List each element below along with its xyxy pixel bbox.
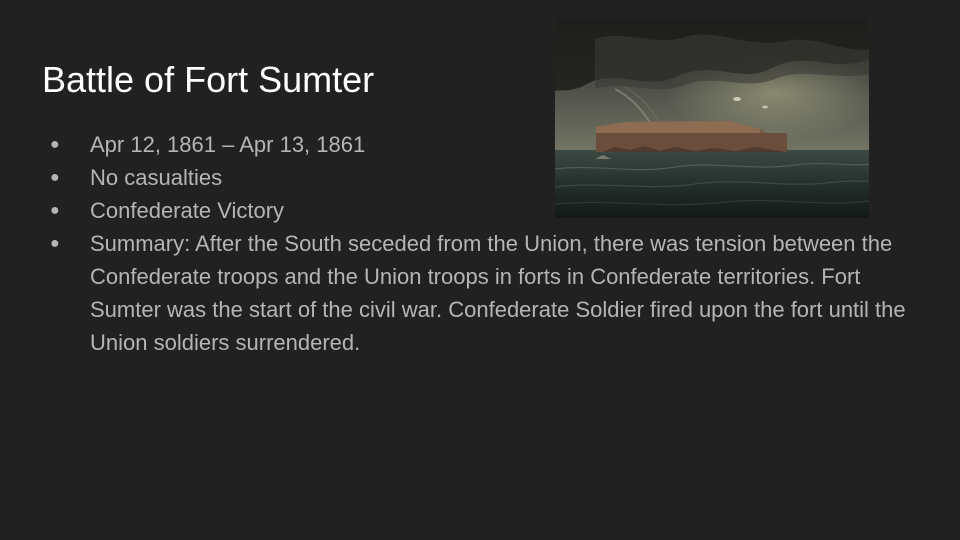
slide-title: Battle of Fort Sumter: [42, 59, 375, 100]
bullet-text: Apr 12, 1861 – Apr 13, 1861: [90, 132, 366, 157]
bullet-text: No casualties: [90, 165, 223, 190]
bullet-text: Confederate Victory: [90, 198, 285, 223]
fort-sumter-painting: [555, 19, 869, 218]
slide: Battle of Fort Sumter ● Apr 12, 1861 – A…: [0, 0, 960, 540]
bullet-icon: ●: [50, 202, 60, 219]
bullet-item-summary: ● Summary: After the South seceded from …: [50, 227, 920, 359]
bullet-text: Summary: After the South seceded from th…: [90, 231, 906, 355]
bullet-icon: ●: [50, 169, 60, 186]
bullet-icon: ●: [50, 136, 60, 153]
bullet-icon: ●: [50, 235, 60, 252]
